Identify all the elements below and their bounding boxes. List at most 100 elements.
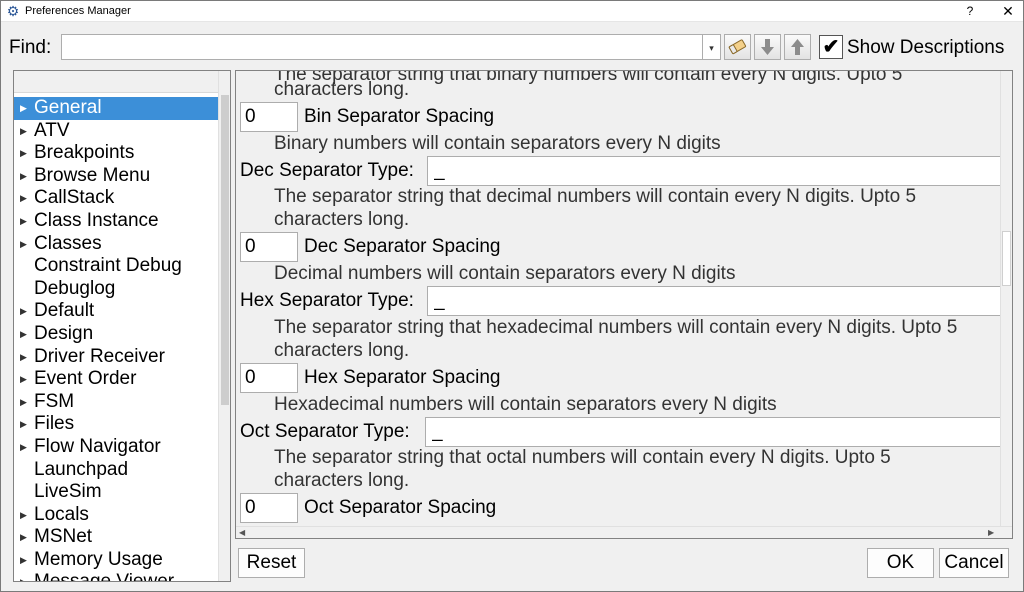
arrow-down-icon: [761, 39, 774, 55]
settings-vertical-scrollbar[interactable]: [1000, 71, 1012, 526]
category-item[interactable]: ▶ General: [14, 97, 218, 120]
dec-type-description-line2: characters long.: [274, 209, 410, 230]
category-item[interactable]: ▶ Default: [14, 300, 218, 323]
category-item[interactable]: ▶ Browse Menu: [14, 165, 218, 188]
category-item[interactable]: Constraint Debug: [14, 255, 218, 278]
hex-spacing-description: Hexadecimal numbers will contain separat…: [274, 394, 777, 415]
expand-arrow-icon[interactable]: ▶: [20, 97, 27, 119]
expand-arrow-icon[interactable]: ▶: [20, 323, 27, 345]
expand-arrow-icon[interactable]: ▶: [20, 436, 27, 458]
category-item[interactable]: ▶ Memory Usage: [14, 549, 218, 572]
category-item[interactable]: ▶ Design: [14, 323, 218, 346]
category-label: LiveSim: [34, 481, 102, 503]
find-previous-button[interactable]: [784, 34, 811, 60]
bin-spacing-input[interactable]: [240, 102, 298, 132]
category-scroll-thumb[interactable]: [221, 95, 229, 405]
hex-type-input[interactable]: [427, 286, 1000, 316]
bin-spacing-description: Binary numbers will contain separators e…: [274, 133, 721, 154]
category-label: Design: [34, 322, 94, 344]
expand-arrow-icon[interactable]: ▶: [20, 368, 27, 390]
oct-type-input[interactable]: [425, 417, 1000, 447]
expand-arrow-icon[interactable]: ▶: [20, 142, 27, 164]
category-item[interactable]: ▶ Flow Navigator: [14, 436, 218, 459]
category-item[interactable]: ▶ Classes: [14, 233, 218, 256]
category-label: Browse Menu: [34, 164, 151, 186]
expand-arrow-icon[interactable]: ▶: [20, 526, 27, 548]
settings-scroll-thumb[interactable]: [1002, 231, 1011, 286]
category-item[interactable]: ▶ Files: [14, 413, 218, 436]
expand-arrow-icon[interactable]: ▶: [20, 346, 27, 368]
arrow-up-icon: [791, 39, 804, 55]
hex-type-description-line1: The separator string that hexadecimal nu…: [274, 317, 958, 338]
category-label: Driver Receiver: [34, 345, 165, 367]
category-item[interactable]: ▶ FSM: [14, 391, 218, 414]
category-label: Message Viewer: [34, 571, 175, 582]
oct-type-description-line1: The separator string that octal numbers …: [274, 447, 891, 468]
category-item[interactable]: Launchpad: [14, 459, 218, 482]
preferences-window: ⚙ Preferences Manager ? ✕ Find: ▾ ✔ Show…: [0, 0, 1024, 592]
oct-spacing-input[interactable]: [240, 493, 298, 523]
expand-arrow-icon[interactable]: ▶: [20, 504, 27, 526]
category-label: Event Order: [34, 368, 137, 390]
category-label: Launchpad: [34, 458, 129, 480]
category-label: MSNet: [34, 526, 93, 548]
dec-spacing-input[interactable]: [240, 232, 298, 262]
category-item[interactable]: ▶ CallStack: [14, 187, 218, 210]
chevron-down-icon: ▾: [709, 43, 714, 53]
category-item[interactable]: ▶ Message Viewer: [14, 571, 218, 582]
close-button[interactable]: ✕: [999, 3, 1017, 19]
title-bar: ⚙ Preferences Manager ? ✕: [1, 1, 1023, 22]
category-item[interactable]: ▶ Breakpoints: [14, 142, 218, 165]
expand-arrow-icon[interactable]: ▶: [20, 165, 27, 187]
expand-arrow-icon[interactable]: ▶: [20, 571, 27, 581]
category-item[interactable]: ▶ MSNet: [14, 526, 218, 549]
hex-spacing-input[interactable]: [240, 363, 298, 393]
category-label: Locals: [34, 503, 89, 525]
category-label: Class Instance: [34, 209, 159, 231]
expand-arrow-icon[interactable]: ▶: [20, 413, 27, 435]
category-label: Flow Navigator: [34, 435, 161, 457]
expand-arrow-icon[interactable]: ▶: [20, 187, 27, 209]
reset-button[interactable]: Reset: [238, 548, 305, 578]
scroll-right-icon[interactable]: ▶: [988, 528, 994, 537]
find-next-button[interactable]: [754, 34, 781, 60]
category-list: ▶ General ▶ ATV ▶ Breakpoints ▶ Browse Menu ▶ Cal…: [14, 97, 218, 582]
category-label: Classes: [34, 232, 102, 254]
gear-icon: ⚙: [6, 3, 20, 19]
category-item[interactable]: ▶ Driver Receiver: [14, 346, 218, 369]
cancel-button[interactable]: Cancel: [939, 548, 1009, 578]
settings-horizontal-scrollbar[interactable]: ◀ ▶: [236, 526, 1012, 538]
category-label: Constraint Debug: [34, 255, 182, 277]
tree-header: [14, 71, 218, 93]
category-item[interactable]: ▶ Event Order: [14, 368, 218, 391]
dec-type-input[interactable]: [427, 156, 1000, 186]
find-input[interactable]: [61, 34, 703, 60]
settings-content: The separator string that binary numbers…: [236, 71, 1000, 526]
eraser-icon: [728, 39, 747, 55]
category-item[interactable]: ▶ ATV: [14, 120, 218, 143]
category-label: Debuglog: [34, 277, 116, 299]
category-item[interactable]: ▶ Locals: [14, 504, 218, 527]
scroll-left-icon[interactable]: ◀: [239, 528, 245, 537]
dec-type-label: Dec Separator Type:: [240, 160, 414, 181]
window-title: Preferences Manager: [25, 5, 131, 17]
expand-arrow-icon[interactable]: ▶: [20, 233, 27, 255]
dec-spacing-label: Dec Separator Spacing: [304, 236, 501, 257]
clear-search-button[interactable]: [724, 34, 751, 60]
settings-panel: The separator string that binary numbers…: [235, 70, 1013, 539]
help-button[interactable]: ?: [961, 3, 979, 19]
expand-arrow-icon[interactable]: ▶: [20, 391, 27, 413]
expand-arrow-icon[interactable]: ▶: [20, 300, 27, 322]
category-item[interactable]: LiveSim: [14, 481, 218, 504]
category-scrollbar[interactable]: [218, 71, 230, 581]
find-dropdown-button[interactable]: ▾: [703, 34, 721, 60]
expand-arrow-icon[interactable]: ▶: [20, 210, 27, 232]
ok-button[interactable]: OK: [867, 548, 934, 578]
oct-type-description-line2: characters long.: [274, 470, 410, 491]
expand-arrow-icon[interactable]: ▶: [20, 120, 27, 142]
show-descriptions-checkbox[interactable]: ✔: [819, 35, 843, 59]
category-item[interactable]: ▶ Class Instance: [14, 210, 218, 233]
expand-arrow-icon[interactable]: ▶: [20, 549, 27, 571]
category-item[interactable]: Debuglog: [14, 278, 218, 301]
hex-spacing-label: Hex Separator Spacing: [304, 367, 501, 388]
